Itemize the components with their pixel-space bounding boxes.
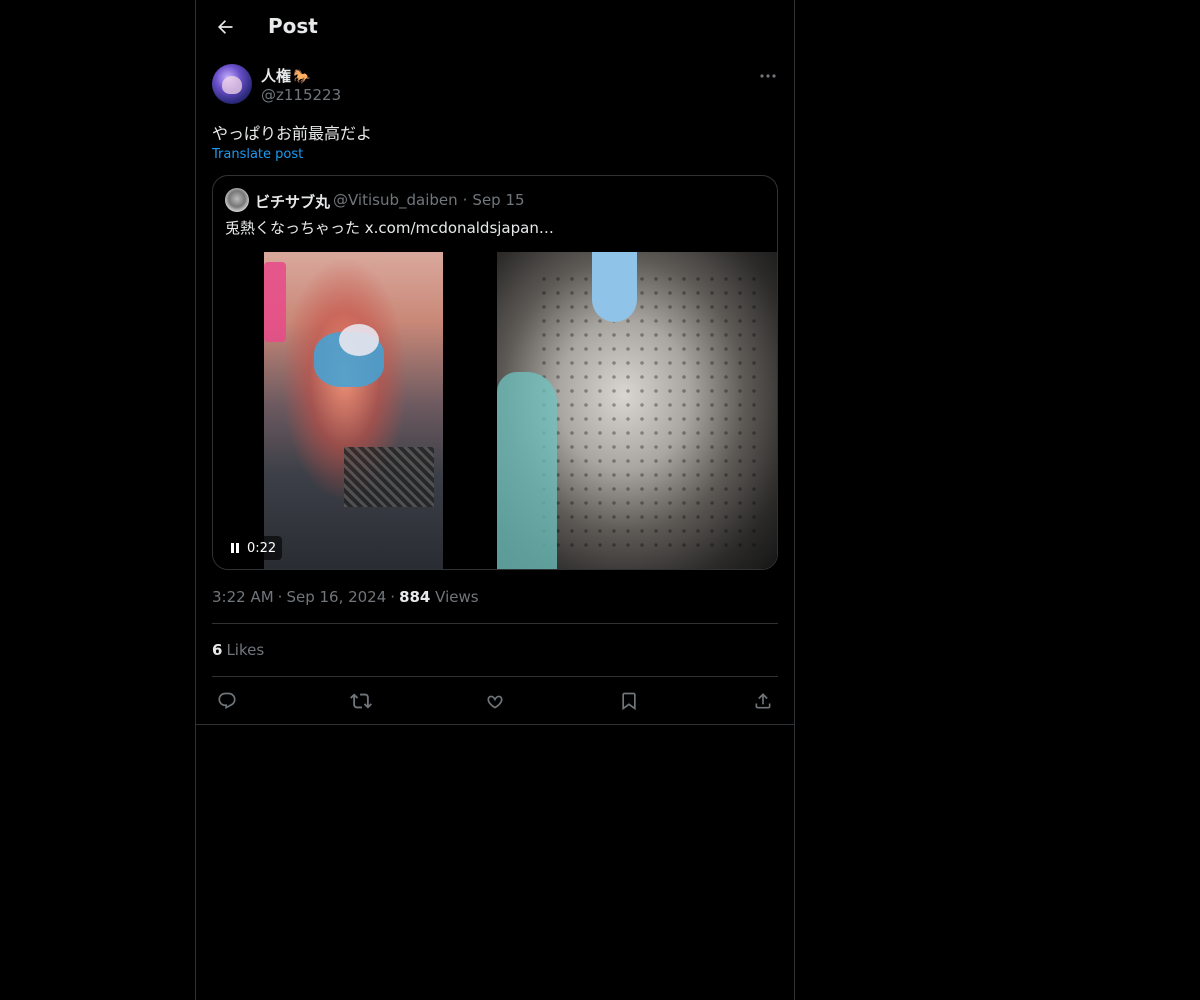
more-icon xyxy=(760,74,776,78)
video-player[interactable]: 0:22 xyxy=(213,252,777,569)
horse-emoji: 🐎 xyxy=(293,69,311,85)
views-separator: · xyxy=(390,588,396,606)
share-icon xyxy=(753,691,773,711)
quote-date: Sep 15 xyxy=(472,191,525,209)
pause-icon xyxy=(229,542,241,554)
post-time[interactable]: 3:22 AM xyxy=(212,588,274,606)
avatar[interactable] xyxy=(212,64,252,104)
post-timestamp: 3:22 AM · Sep 16, 2024 · 884 Views xyxy=(212,588,479,606)
views-count: 884 xyxy=(399,588,431,606)
video-frame-left xyxy=(264,252,443,569)
post-text: やっぱりお前最高だよ xyxy=(212,124,373,143)
reply-icon xyxy=(217,691,237,711)
bookmark-icon xyxy=(619,691,639,711)
timestamp-separator: · xyxy=(277,588,283,606)
likes-link[interactable]: 6 Likes xyxy=(212,641,264,659)
repost-button[interactable] xyxy=(346,686,376,716)
divider xyxy=(212,676,778,677)
post-date[interactable]: Sep 16, 2024 xyxy=(286,588,386,606)
translate-link[interactable]: Translate post xyxy=(212,147,303,162)
quoted-post[interactable]: ビチサブ丸 @Vitisub_daiben · Sep 15 兎熱くなっちゃった x… xyxy=(212,175,778,570)
quote-text: 兎熱くなっちゃった x.com/mcdonaldsjapan… xyxy=(225,219,554,237)
repost-icon xyxy=(350,690,372,712)
action-bar xyxy=(212,686,778,716)
quote-handle: @Vitisub_daiben xyxy=(333,191,458,209)
header: Post xyxy=(196,0,794,54)
reply-button[interactable] xyxy=(212,686,242,716)
likes-label: Likes xyxy=(226,641,265,659)
like-icon xyxy=(485,691,505,711)
quote-meta: @Vitisub_daiben · Sep 15 xyxy=(333,191,525,209)
author-name[interactable]: 人権 🐎 xyxy=(261,65,310,86)
author-display-name: 人権 xyxy=(261,67,292,85)
likes-count: 6 xyxy=(212,641,223,659)
quote-separator: · xyxy=(462,191,468,209)
page-title: Post xyxy=(268,14,318,38)
share-button[interactable] xyxy=(748,686,778,716)
bookmark-button[interactable] xyxy=(614,686,644,716)
views-label: Views xyxy=(435,588,479,606)
more-button[interactable] xyxy=(756,64,780,88)
arrow-left-icon xyxy=(215,17,235,37)
video-time: 0:22 xyxy=(247,540,277,556)
video-frame-right xyxy=(497,252,777,569)
divider xyxy=(212,623,778,624)
pause-button[interactable]: 0:22 xyxy=(223,536,283,560)
like-button[interactable] xyxy=(480,686,510,716)
quote-author-name: ビチサブ丸 xyxy=(255,193,331,211)
divider xyxy=(196,724,794,725)
post-column: Post 人権 🐎 @z115223 やっぱりお前最高だよ Translate p… xyxy=(195,0,795,1000)
author-handle[interactable]: @z115223 xyxy=(261,86,341,104)
quote-avatar xyxy=(225,188,249,212)
back-button[interactable] xyxy=(208,10,242,44)
